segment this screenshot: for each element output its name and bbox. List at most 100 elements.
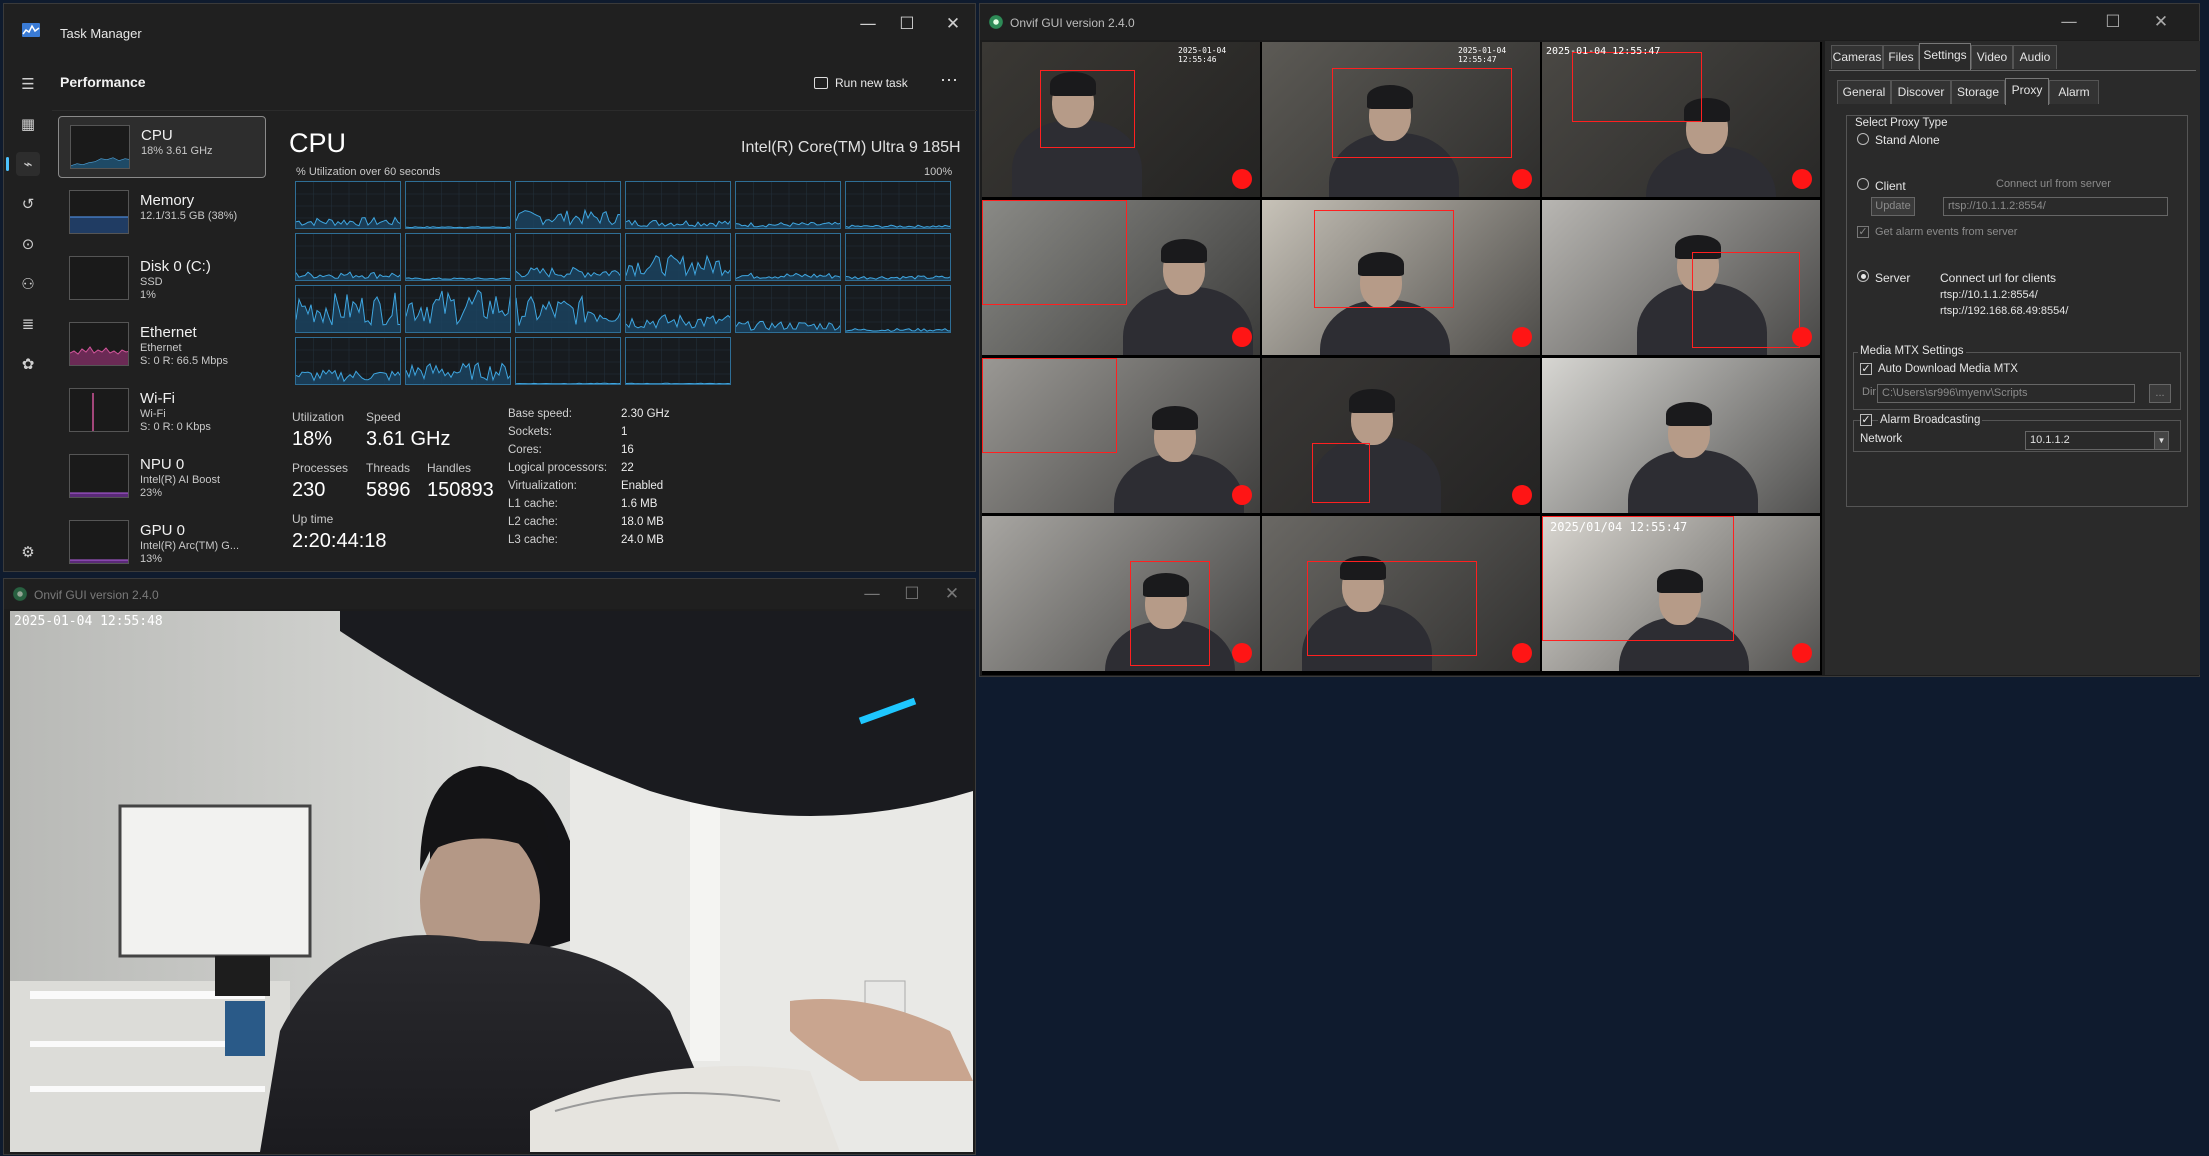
camera-tile[interactable]: 2025/01/04 12:55:47 (1542, 516, 1820, 671)
threads-label: Threads (366, 461, 411, 475)
camera-tile[interactable]: 2025-01-04 12:55:46 (982, 42, 1260, 197)
network-select[interactable]: 10.1.1.2 ▼ (2025, 431, 2169, 450)
tab-general[interactable]: General (1837, 80, 1891, 104)
perf-item-name: GPU 0 (140, 522, 186, 539)
startup-apps-icon[interactable]: ⊙ (16, 232, 40, 256)
client-radio[interactable] (1857, 178, 1869, 190)
server-label: Server (1875, 271, 1911, 285)
more-options-icon[interactable]: ⋯ (940, 70, 958, 91)
auto-download-checkbox[interactable]: ✓ (1860, 363, 1872, 375)
cpu-thumbnail (70, 125, 130, 169)
perf-item-name: CPU (141, 127, 173, 144)
server-radio[interactable] (1857, 270, 1869, 282)
logical-processor-graphs (295, 181, 952, 387)
performance-icon[interactable]: ⌁ (6, 152, 40, 176)
onvif-main-window: Onvif GUI version 2.4.0 — ☐ ✕ 2025-01-04… (979, 3, 2200, 677)
tab-cameras[interactable]: Cameras (1831, 45, 1883, 69)
close-button[interactable]: ✕ (929, 582, 975, 606)
spec-value: 16 (621, 444, 634, 456)
tab-settings[interactable]: Settings (1919, 43, 1971, 70)
perf-item-cpu[interactable]: CPU 18% 3.61 GHz (58, 116, 266, 178)
perf-item-wifi[interactable]: Wi-Fi Wi-Fi S: 0 R: 0 Kbps (58, 380, 266, 442)
tab-audio[interactable]: Audio (2013, 45, 2057, 69)
utilization-value: 18% (292, 428, 333, 450)
browse-button[interactable]: ... (2149, 384, 2171, 403)
camera-tile[interactable] (1542, 200, 1820, 355)
camera-tile[interactable]: 2025-01-04 12:55:47 (1542, 42, 1820, 197)
core-graph (625, 181, 731, 229)
core-graph (405, 285, 511, 333)
chevron-down-icon[interactable]: ▼ (2154, 432, 2168, 449)
device-name: Intel(R) AI Boost (140, 474, 221, 486)
maximize-button[interactable]: ☐ (884, 12, 930, 36)
camera-tile[interactable] (982, 516, 1260, 671)
perf-item-detail: 18% 3.61 GHz (141, 145, 213, 157)
camera-tile[interactable] (982, 358, 1260, 513)
client-url-field[interactable]: rtsp://10.1.1.2:8554/ (1943, 197, 2168, 216)
recording-indicator (1512, 643, 1532, 663)
close-button[interactable]: ✕ (930, 12, 976, 36)
run-new-task-button[interactable]: Run new task (814, 76, 908, 90)
recording-indicator (1232, 169, 1252, 189)
network-value: 10.1.1.2 (2030, 434, 2070, 446)
settings-gear-icon[interactable]: ⚙ (16, 540, 40, 564)
alarm-broadcast-group: ✓ Alarm Broadcasting Network 10.1.1.2 ▼ (1853, 414, 2181, 452)
minimize-button[interactable]: — (2046, 10, 2092, 34)
spec-label: Sockets: (508, 426, 553, 438)
perf-item-disk[interactable]: Disk 0 (C:) SSD 1% (58, 248, 266, 310)
page-title: Performance (60, 74, 146, 90)
settings-panel: Cameras Files Settings Video Audio Gener… (1825, 41, 2200, 675)
maximize-button[interactable]: ☐ (2090, 10, 2136, 34)
title-bar[interactable]: Task Manager — ☐ ✕ (4, 4, 975, 60)
perf-item-memory[interactable]: Memory 12.1/31.5 GB (38%) (58, 182, 266, 244)
core-graph (845, 285, 951, 333)
detection-box (1332, 68, 1512, 158)
camera-tile[interactable] (1262, 516, 1540, 671)
disk-usage: 1% (140, 289, 156, 301)
detection-box (1692, 252, 1800, 348)
detection-box (1314, 210, 1454, 308)
video-timestamp: 2025-01-04 12:55:48 (14, 614, 163, 629)
perf-item-name: NPU 0 (140, 456, 185, 473)
details-icon[interactable]: ≣ (16, 312, 40, 336)
processes-icon[interactable]: ▦ (16, 112, 40, 136)
window-title: Onvif GUI version 2.4.0 (34, 588, 159, 602)
perf-item-npu[interactable]: NPU 0 Intel(R) AI Boost 23% (58, 446, 266, 508)
alarm-broadcasting-checkbox[interactable]: ✓ (1860, 414, 1872, 426)
proxy-settings: Select Proxy Type Stand Alone Client Con… (1846, 115, 2188, 507)
perf-item-detail: Intel(R) Arc(TM) G... 13% (140, 540, 239, 566)
recording-indicator (1512, 327, 1532, 347)
stand-alone-radio[interactable] (1857, 133, 1869, 145)
run-new-task-label: Run new task (835, 76, 908, 90)
tab-storage[interactable]: Storage (1951, 80, 2005, 104)
app-history-icon[interactable]: ↺ (16, 192, 40, 216)
spec-value: 1 (621, 426, 628, 438)
camera-video-stream[interactable]: 2025-01-04 12:55:48 (10, 611, 973, 1152)
recording-indicator (1512, 169, 1532, 189)
tab-alarm[interactable]: Alarm (2049, 80, 2099, 104)
services-icon[interactable]: ✿ (16, 352, 40, 376)
camera-tile[interactable]: 2025-01-04 12:55:47 (1262, 42, 1540, 197)
title-bar[interactable]: Onvif GUI version 2.4.0 — ☐ ✕ (4, 579, 975, 609)
tab-video[interactable]: Video (1971, 45, 2013, 69)
camera-tile[interactable] (982, 200, 1260, 355)
handles-label: Handles (427, 461, 472, 475)
tab-discover[interactable]: Discover (1891, 80, 1951, 104)
camera-timestamp: 2025/01/04 12:55:47 (1550, 520, 1688, 534)
nav-rail: ☰ ▦ ⌁ ↺ ⊙ ⚇ ≣ ✿ ⚙ (4, 60, 52, 573)
perf-item-ethernet[interactable]: Ethernet Ethernet S: 0 R: 66.5 Mbps (58, 314, 266, 376)
title-bar[interactable]: Onvif GUI version 2.4.0 — ☐ ✕ (980, 4, 2199, 40)
update-button[interactable]: Update (1871, 197, 1915, 216)
tab-files[interactable]: Files (1883, 45, 1919, 69)
camera-frame: 2025-01-04 12:55:48 (10, 611, 973, 1152)
dir-field[interactable]: C:\Users\sr996\myenv\Scripts (1877, 384, 2135, 403)
hamburger-icon[interactable]: ☰ (16, 72, 40, 96)
get-alarm-events-checkbox[interactable]: ✓ (1857, 226, 1869, 238)
camera-tile[interactable] (1542, 358, 1820, 513)
tab-proxy[interactable]: Proxy (2005, 78, 2049, 105)
users-icon[interactable]: ⚇ (16, 272, 40, 296)
close-button[interactable]: ✕ (2138, 10, 2184, 34)
perf-item-gpu[interactable]: GPU 0 Intel(R) Arc(TM) G... 13% (58, 512, 266, 574)
camera-tile[interactable] (1262, 200, 1540, 355)
camera-tile[interactable] (1262, 358, 1540, 513)
